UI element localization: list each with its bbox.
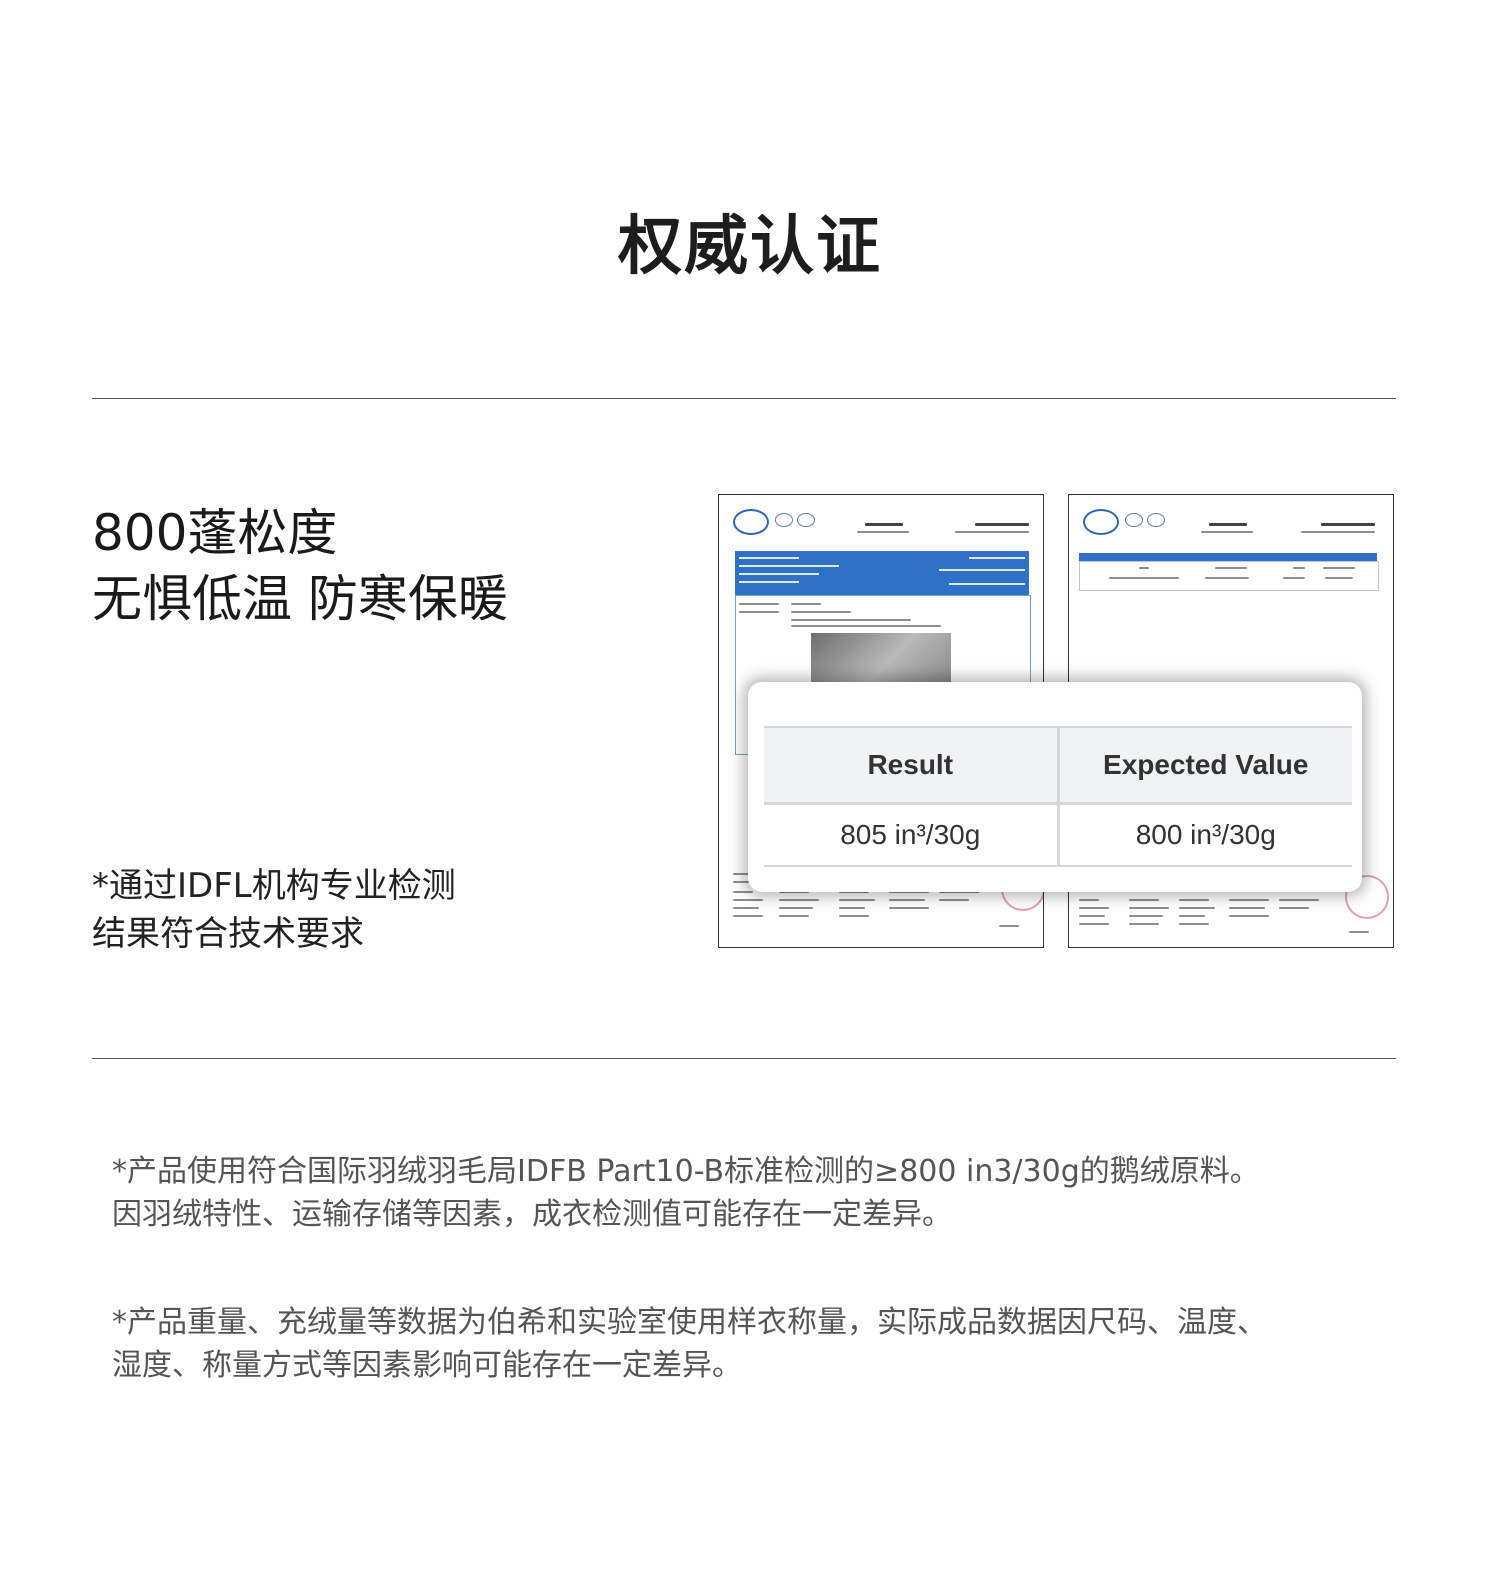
cnas-badge-icon [797, 513, 815, 527]
idfl-logo [733, 509, 769, 535]
headline-line-1: 800蓬松度 [92, 504, 338, 562]
footnote-raw-material: *产品使用符合国际羽绒羽毛局IDFB Part10-B标准检测的≥800 in3… [112, 1150, 1260, 1236]
table-row: 805 in³/30g 800 in³/30g [764, 803, 1352, 867]
headline-line-2: 无惧低温 防寒保暖 [92, 570, 508, 628]
top-divider [92, 398, 1396, 399]
headline: 800蓬松度 无惧低温 防寒保暖 [92, 500, 508, 632]
footnote-line: 因羽绒特性、运输存储等因素，成衣检测值可能存在一定差异。 [112, 1197, 952, 1232]
footnote-measurement: *产品重量、充绒量等数据为伯希和实验室使用样衣称量，实际成品数据因尺码、温度、 … [112, 1301, 1267, 1387]
cert-badge-icon [1125, 513, 1143, 527]
footnote-line: 湿度、称量方式等因素影响可能存在一定差异。 [112, 1348, 742, 1383]
expected-value-header: Expected Value [1056, 726, 1352, 805]
certification-note-line-1: *通过IDFL机构专业检测 [92, 866, 456, 906]
cnas-badge-icon [1147, 513, 1165, 527]
footnote-line: *产品使用符合国际羽绒羽毛局IDFB Part10-B标准检测的≥800 in3… [112, 1154, 1260, 1189]
result-header: Result [764, 726, 1058, 805]
result-value: 805 in³/30g [764, 803, 1058, 867]
footnote-line: *产品重量、充绒量等数据为伯希和实验室使用样衣称量，实际成品数据因尺码、温度、 [112, 1305, 1267, 1340]
cert-badge-icon [775, 513, 793, 527]
result-card: Result Expected Value 805 in³/30g 800 in… [748, 682, 1362, 892]
sample-photo [811, 633, 951, 685]
page-title: 权威认证 [618, 210, 882, 284]
expected-value: 800 in³/30g [1056, 803, 1352, 867]
result-table: Result Expected Value 805 in³/30g 800 in… [764, 726, 1352, 867]
certification-note-line-2: 结果符合技术要求 [92, 914, 364, 954]
idfl-logo [1083, 509, 1119, 535]
certification-note: *通过IDFL机构专业检测 结果符合技术要求 [92, 862, 456, 958]
bottom-divider [92, 1058, 1396, 1059]
